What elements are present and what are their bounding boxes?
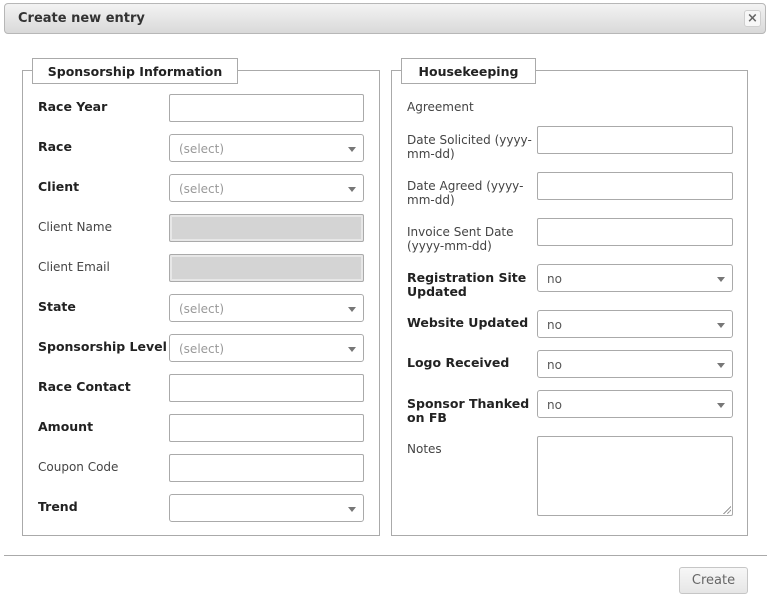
client-label: Client [38, 179, 80, 194]
race-select[interactable]: (select) [169, 134, 364, 162]
sponsor-thanked-label-line2: on FB [407, 410, 447, 425]
date-solicited-label-line1: Date Solicited (yyyy- [407, 133, 532, 147]
race-select-value: (select) [179, 142, 225, 156]
registration-site-value: no [547, 272, 562, 286]
logo-received-value: no [547, 358, 562, 372]
chevron-down-icon [348, 507, 356, 512]
chevron-down-icon [717, 323, 725, 328]
sponsorship-legend: Sponsorship Information [32, 58, 238, 84]
sponsorship-level-label: Sponsorship Level [38, 339, 167, 354]
logo-received-label: Logo Received [407, 355, 510, 370]
state-select-value: (select) [179, 302, 225, 316]
date-solicited-input[interactable] [537, 126, 733, 154]
client-name-label: Client Name [38, 220, 112, 234]
sponsor-thanked-label: Sponsor Thanked on FB [407, 397, 529, 425]
sponsor-thanked-value: no [547, 398, 562, 412]
housekeeping-legend: Housekeeping [401, 58, 536, 84]
race-year-label: Race Year [38, 99, 108, 114]
client-email-label: Client Email [38, 260, 110, 274]
agreement-label: Agreement [407, 100, 474, 114]
date-agreed-label: Date Agreed (yyyy- mm-dd) [407, 179, 523, 207]
housekeeping-legend-text: Housekeeping [418, 63, 519, 79]
registration-site-label: Registration Site Updated [407, 271, 526, 299]
create-entry-dialog: Create new entry × Sponsorship Informati… [0, 0, 769, 608]
chevron-down-icon [717, 277, 725, 282]
resize-handle-icon[interactable] [722, 505, 731, 514]
trend-label: Trend [38, 499, 78, 514]
date-agreed-input[interactable] [537, 172, 733, 200]
race-contact-input[interactable] [169, 374, 364, 402]
notes-label: Notes [407, 442, 442, 456]
trend-select[interactable] [169, 494, 364, 522]
website-updated-value: no [547, 318, 562, 332]
race-contact-label: Race Contact [38, 379, 131, 394]
website-updated-select[interactable]: no [537, 310, 733, 338]
chevron-down-icon [717, 363, 725, 368]
client-name-input [169, 214, 364, 242]
registration-site-label-line2: Updated [407, 284, 467, 299]
notes-textarea[interactable] [537, 436, 733, 516]
sponsor-thanked-select[interactable]: no [537, 390, 733, 418]
date-solicited-label-line2: mm-dd) [407, 147, 455, 161]
sponsor-thanked-label-line1: Sponsor Thanked [407, 396, 530, 411]
coupon-code-input[interactable] [169, 454, 364, 482]
dialog-titlebar: Create new entry × [4, 3, 766, 34]
date-solicited-label: Date Solicited (yyyy- mm-dd) [407, 133, 532, 161]
race-year-input[interactable] [169, 94, 364, 122]
client-select[interactable]: (select) [169, 174, 364, 202]
sponsorship-level-select[interactable]: (select) [169, 334, 364, 362]
client-email-input [169, 254, 364, 282]
create-button[interactable]: Create [679, 567, 748, 594]
coupon-code-label: Coupon Code [38, 460, 119, 474]
sponsorship-legend-text: Sponsorship Information [47, 63, 223, 79]
race-label: Race [38, 139, 72, 154]
date-agreed-label-line1: Date Agreed (yyyy- [407, 179, 524, 193]
chevron-down-icon [717, 403, 725, 408]
invoice-sent-label: Invoice Sent Date (yyyy-mm-dd) [407, 225, 514, 253]
footer-divider [4, 555, 767, 556]
state-label: State [38, 299, 76, 314]
invoice-sent-label-line2: (yyyy-mm-dd) [407, 239, 492, 253]
dialog-title: Create new entry [18, 11, 145, 26]
state-select[interactable]: (select) [169, 294, 364, 322]
invoice-sent-label-line1: Invoice Sent Date [407, 225, 514, 239]
registration-site-select[interactable]: no [537, 264, 733, 292]
invoice-sent-input[interactable] [537, 218, 733, 246]
website-updated-label: Website Updated [407, 315, 529, 330]
sponsorship-level-value: (select) [179, 342, 225, 356]
chevron-down-icon [348, 147, 356, 152]
logo-received-select[interactable]: no [537, 350, 733, 378]
amount-label: Amount [38, 419, 94, 434]
client-select-value: (select) [179, 182, 225, 196]
chevron-down-icon [348, 307, 356, 312]
amount-input[interactable] [169, 414, 364, 442]
registration-site-label-line1: Registration Site [407, 270, 527, 285]
chevron-down-icon [348, 187, 356, 192]
date-agreed-label-line2: mm-dd) [407, 193, 455, 207]
chevron-down-icon [348, 347, 356, 352]
close-icon[interactable]: × [744, 10, 761, 27]
